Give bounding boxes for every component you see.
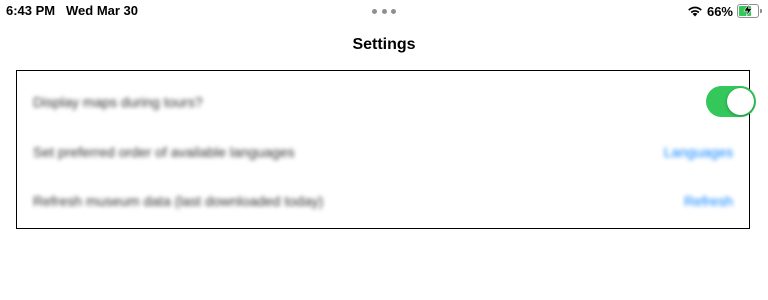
settings-panel: Display maps during tours? Set preferred…: [16, 70, 750, 229]
status-time: 6:43 PM: [6, 3, 56, 18]
battery-cap: [760, 9, 762, 13]
setting-label-refresh: Refresh museum data (last downloaded tod…: [33, 193, 324, 209]
battery-charging-icon: [737, 4, 762, 18]
wifi-icon: [687, 5, 703, 17]
setting-row-refresh: Refresh museum data (last downloaded tod…: [33, 186, 733, 216]
page-title: Settings: [352, 36, 416, 53]
status-date: Wed Mar 30: [66, 3, 139, 18]
charging-bolt-icon: [743, 4, 753, 16]
multitasking-menu-icon[interactable]: [372, 9, 396, 15]
settings-screen: 6:43 PM Wed Mar 30 66% Settings Display …: [0, 0, 768, 300]
display-maps-toggle[interactable]: [706, 86, 756, 117]
battery-percentage: 66%: [706, 3, 733, 19]
setting-label-display-maps: Display maps during tours?: [33, 94, 203, 110]
toggle-knob: [727, 88, 754, 115]
languages-link[interactable]: Languages: [664, 144, 733, 160]
setting-row-display-maps: Display maps during tours?: [33, 87, 733, 117]
setting-row-languages: Set preferred order of available languag…: [33, 137, 733, 167]
dot-icon: [391, 9, 396, 14]
status-indicators: 66%: [687, 2, 762, 20]
dot-icon: [381, 9, 387, 14]
dot-icon: [372, 9, 377, 14]
setting-label-languages: Set preferred order of available languag…: [33, 144, 295, 160]
settings-list: Display maps during tours? Set preferred…: [23, 77, 743, 222]
status-bar: 6:43 PM Wed Mar 30 66%: [0, 0, 768, 22]
refresh-link[interactable]: Refresh: [684, 193, 733, 209]
battery-body: [737, 4, 759, 18]
